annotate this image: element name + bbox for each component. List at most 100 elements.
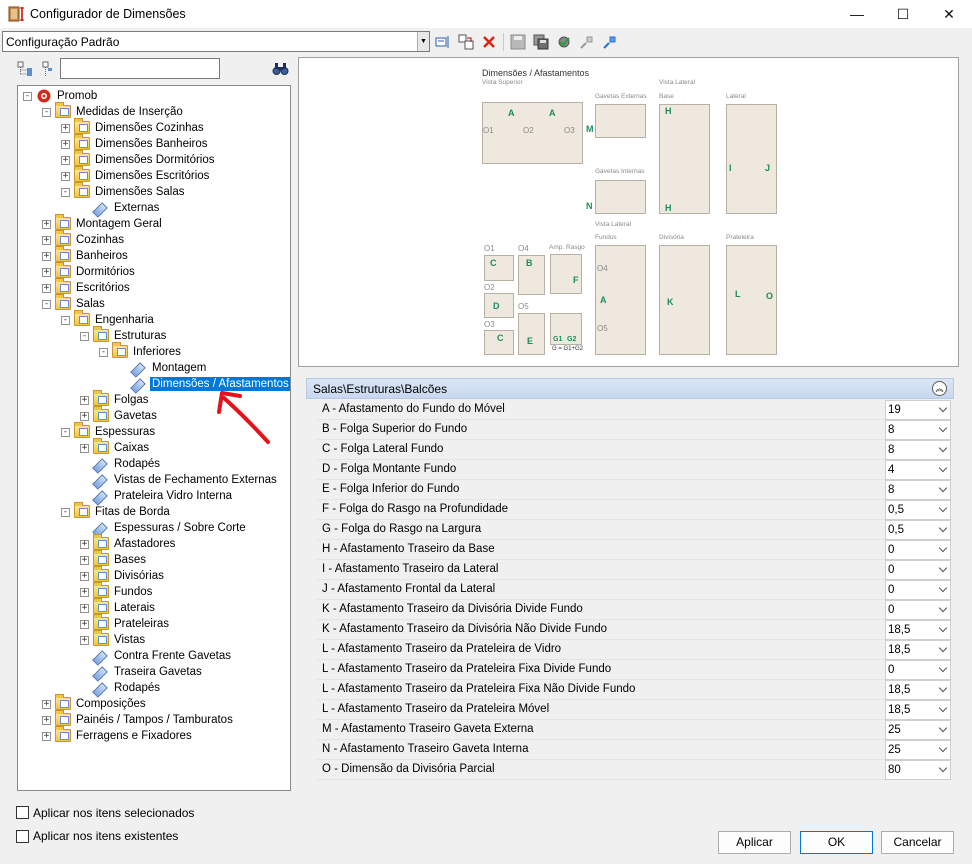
- property-value-select[interactable]: 25: [885, 740, 951, 760]
- tree-item[interactable]: - Fitas de Borda: [61, 502, 172, 520]
- chevron-down-icon[interactable]: [938, 423, 948, 433]
- property-value-select[interactable]: 0: [885, 560, 951, 580]
- cancel-button[interactable]: Cancelar: [881, 831, 954, 854]
- collapse-node-icon[interactable]: -: [99, 347, 108, 357]
- collapse-all-icon[interactable]: [39, 61, 55, 77]
- tree-item[interactable]: - Medidas de Inserção: [42, 102, 185, 120]
- chevron-down-icon[interactable]: [938, 583, 948, 593]
- expand-icon[interactable]: +: [42, 219, 51, 229]
- expand-icon[interactable]: +: [80, 395, 89, 405]
- collapse-node-icon[interactable]: -: [61, 507, 70, 517]
- copy-config-icon[interactable]: [457, 33, 475, 51]
- chevron-down-icon[interactable]: [938, 623, 948, 633]
- chevron-down-icon[interactable]: [938, 463, 948, 473]
- expand-icon[interactable]: +: [80, 539, 89, 549]
- tree-item[interactable]: - Inferiores: [99, 342, 183, 360]
- property-value-select[interactable]: 0,5: [885, 500, 951, 520]
- collapse-node-icon[interactable]: -: [42, 299, 51, 309]
- tree-item[interactable]: Montagem: [118, 360, 208, 376]
- property-value-select[interactable]: 0: [885, 540, 951, 560]
- tree-item[interactable]: - Dimensões Salas: [61, 182, 186, 200]
- connect-icon[interactable]: [601, 33, 619, 51]
- tree-item[interactable]: Rodapés: [80, 456, 162, 472]
- configuration-select[interactable]: Configuração Padrão ▼: [2, 31, 430, 52]
- chevron-down-icon[interactable]: [938, 563, 948, 573]
- property-value-select[interactable]: 18,5: [885, 640, 951, 660]
- expand-icon[interactable]: +: [42, 251, 51, 261]
- tree-item[interactable]: + Dimensões Dormitórios: [61, 150, 217, 168]
- property-value-select[interactable]: 0: [885, 580, 951, 600]
- expand-all-icon[interactable]: [17, 61, 33, 77]
- property-value-select[interactable]: 0,5: [885, 520, 951, 540]
- apply-settings-icon[interactable]: [555, 33, 573, 51]
- chevron-down-icon[interactable]: [938, 723, 948, 733]
- chevron-down-icon[interactable]: ▼: [417, 32, 429, 51]
- expand-icon[interactable]: +: [80, 443, 89, 453]
- expand-icon[interactable]: +: [80, 635, 89, 645]
- collapse-icon[interactable]: ︽: [932, 381, 947, 396]
- expand-icon[interactable]: +: [80, 619, 89, 629]
- chevron-down-icon[interactable]: [938, 663, 948, 673]
- collapse-node-icon[interactable]: -: [80, 331, 89, 341]
- chevron-down-icon[interactable]: [938, 703, 948, 713]
- expand-icon[interactable]: +: [80, 555, 89, 565]
- save-icon[interactable]: [509, 33, 527, 51]
- chevron-down-icon[interactable]: [938, 403, 948, 413]
- chevron-down-icon[interactable]: [938, 523, 948, 533]
- property-value-select[interactable]: 18,5: [885, 680, 951, 700]
- tree-item[interactable]: + Vistas: [80, 630, 147, 648]
- collapse-node-icon[interactable]: -: [61, 187, 70, 197]
- property-value-select[interactable]: 18,5: [885, 620, 951, 640]
- apply-existing-checkbox[interactable]: [16, 830, 29, 843]
- apply-selected-checkbox[interactable]: [16, 806, 29, 819]
- expand-icon[interactable]: +: [42, 715, 51, 725]
- collapse-node-icon[interactable]: -: [61, 315, 70, 325]
- property-value-select[interactable]: 19: [885, 400, 951, 420]
- tree-item[interactable]: + Painéis / Tampos / Tamburatos: [42, 710, 235, 728]
- chevron-down-icon[interactable]: [938, 443, 948, 453]
- disconnect-icon[interactable]: [578, 33, 596, 51]
- chevron-down-icon[interactable]: [938, 483, 948, 493]
- close-button[interactable]: ✕: [926, 0, 972, 28]
- collapse-node-icon[interactable]: -: [61, 427, 70, 437]
- delete-icon[interactable]: [480, 33, 498, 51]
- property-value-select[interactable]: 4: [885, 460, 951, 480]
- tree-item[interactable]: + Gavetas: [80, 406, 159, 424]
- tree-item[interactable]: Rodapés: [80, 680, 162, 696]
- tree-item[interactable]: + Bases: [80, 550, 148, 568]
- expand-icon[interactable]: +: [42, 283, 51, 293]
- expand-icon[interactable]: +: [80, 587, 89, 597]
- search-input[interactable]: [60, 58, 220, 79]
- expand-icon[interactable]: +: [61, 139, 70, 149]
- collapse-node-icon[interactable]: -: [23, 91, 32, 101]
- maximize-button[interactable]: ☐: [880, 0, 926, 28]
- property-value-select[interactable]: 8: [885, 440, 951, 460]
- chevron-down-icon[interactable]: [938, 763, 948, 773]
- ok-button[interactable]: OK: [800, 831, 873, 854]
- expand-icon[interactable]: +: [61, 123, 70, 133]
- tree-item[interactable]: Externas: [80, 200, 161, 216]
- expand-icon[interactable]: +: [61, 171, 70, 181]
- collapse-node-icon[interactable]: -: [42, 107, 51, 117]
- minimize-button[interactable]: —: [834, 0, 880, 28]
- chevron-down-icon[interactable]: [938, 603, 948, 613]
- expand-icon[interactable]: +: [61, 155, 70, 165]
- chevron-down-icon[interactable]: [938, 503, 948, 513]
- tree-item[interactable]: + Ferragens e Fixadores: [42, 726, 194, 744]
- property-value-select[interactable]: 18,5: [885, 700, 951, 720]
- tree-item[interactable]: + Caixas: [80, 438, 151, 456]
- tree-item[interactable]: + Fundos: [80, 582, 154, 600]
- expand-icon[interactable]: +: [80, 411, 89, 421]
- chevron-down-icon[interactable]: [938, 643, 948, 653]
- new-config-icon[interactable]: [434, 33, 452, 51]
- expand-icon[interactable]: +: [42, 235, 51, 245]
- property-value-select[interactable]: 8: [885, 480, 951, 500]
- expand-icon[interactable]: +: [42, 699, 51, 709]
- chevron-down-icon[interactable]: [938, 543, 948, 553]
- tree-item[interactable]: + Dimensões Banheiros: [61, 134, 210, 152]
- property-value-select[interactable]: 80: [885, 760, 951, 780]
- tree-item[interactable]: Contra Frente Gavetas: [80, 648, 233, 664]
- tree-item[interactable]: Prateleira Vidro Interna: [80, 488, 234, 504]
- expand-icon[interactable]: +: [42, 731, 51, 741]
- property-value-select[interactable]: 8: [885, 420, 951, 440]
